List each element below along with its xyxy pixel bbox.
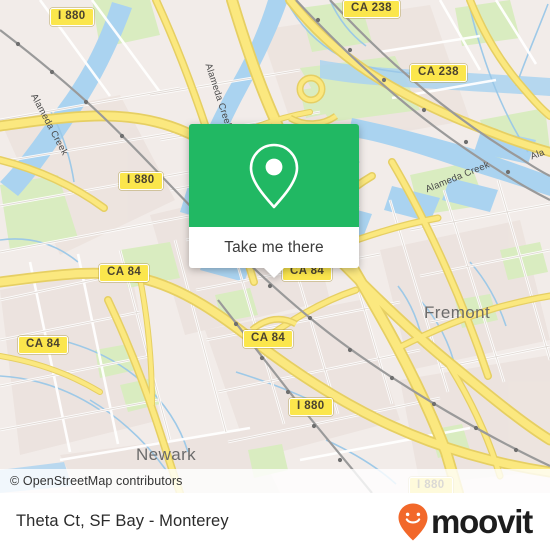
shield-i-880-top[interactable]: I 880: [50, 8, 94, 26]
moovit-wordmark: moovit: [431, 503, 533, 540]
popup-pointer-tail: [264, 268, 284, 278]
attribution-text: © OpenStreetMap contributors: [10, 474, 183, 488]
map-canvas[interactable]: Fremont Newark Alameda Creek Alameda Cre…: [0, 0, 550, 493]
moovit-pin-icon: [398, 503, 428, 540]
take-me-there-label: Take me there: [224, 238, 324, 256]
popup-image-panel: [189, 124, 359, 227]
footer-bar: Theta Ct, SF Bay - Monterey moovit: [0, 493, 550, 550]
shield-ca-84-lower[interactable]: CA 84: [243, 330, 294, 348]
shield-ca-238-top[interactable]: CA 238: [343, 0, 400, 18]
shield-ca-84-left[interactable]: CA 84: [18, 336, 69, 354]
shield-ca-238-upper[interactable]: CA 238: [410, 64, 467, 82]
map-attribution[interactable]: © OpenStreetMap contributors: [0, 469, 550, 493]
shield-i-880-left[interactable]: I 880: [119, 172, 163, 190]
shield-i-880-bottom[interactable]: I 880: [289, 398, 333, 416]
popup-action-panel[interactable]: Take me there: [189, 227, 359, 278]
map-pin-icon: [249, 143, 299, 208]
shield-ca-84-midleft[interactable]: CA 84: [99, 264, 150, 282]
place-title: Theta Ct, SF Bay - Monterey: [16, 512, 229, 530]
moovit-logo[interactable]: moovit: [397, 502, 533, 542]
moovit-map-screen: Fremont Newark Alameda Creek Alameda Cre…: [0, 0, 550, 550]
destination-popup-card[interactable]: Take me there: [189, 124, 359, 278]
